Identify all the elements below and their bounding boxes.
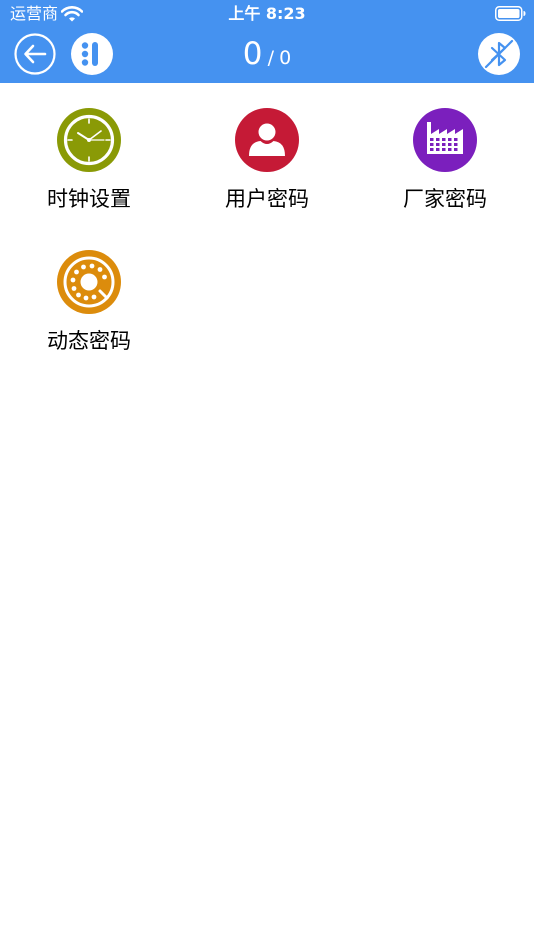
rotary-dial-icon — [57, 250, 121, 314]
dynamic-password-tile[interactable]: 动态密码 — [14, 225, 164, 353]
status-time: 上午 8:23 — [228, 4, 306, 23]
clock-settings-label: 时钟设置 — [47, 187, 131, 211]
factory-password-label: 厂家密码 — [403, 187, 487, 211]
count-current: 0 — [242, 36, 263, 72]
app-header: 运营商 上午 8:23 0 / 0 — [0, 0, 534, 83]
user-icon — [235, 108, 299, 172]
count-total: 0 — [279, 47, 292, 69]
bluetooth-disconnected-button[interactable] — [478, 33, 520, 75]
factory-icon — [413, 108, 477, 172]
clock-icon — [57, 108, 121, 172]
factory-password-tile[interactable]: 厂家密码 — [370, 83, 520, 211]
dynamic-password-label: 动态密码 — [47, 329, 131, 353]
battery-icon — [495, 6, 526, 21]
user-password-tile[interactable]: 用户密码 — [192, 83, 342, 211]
connection-counter: 0 / 0 — [0, 34, 534, 79]
clock-settings-tile[interactable]: 时钟设置 — [14, 83, 164, 211]
status-bar: 运营商 上午 8:23 — [0, 0, 534, 28]
count-separator: / — [267, 47, 275, 69]
user-password-label: 用户密码 — [225, 187, 309, 211]
